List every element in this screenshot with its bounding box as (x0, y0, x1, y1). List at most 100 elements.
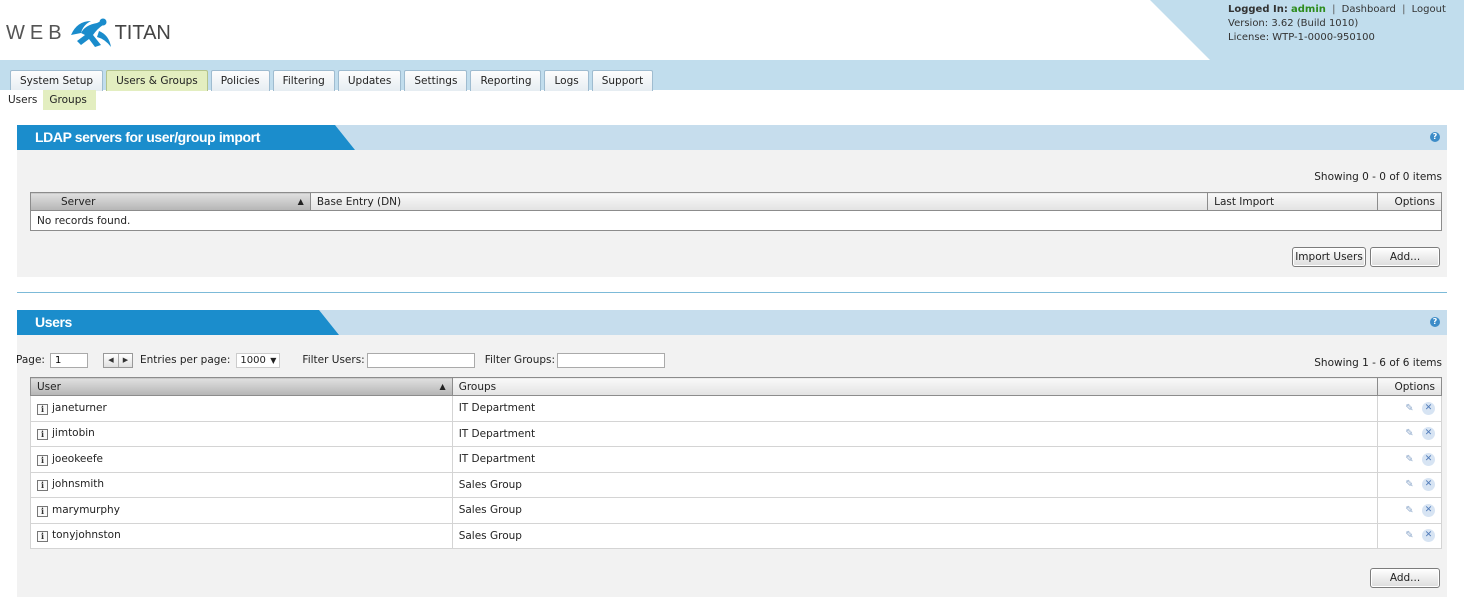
table-row[interactable]: i marymurphy Sales Group ✎ ✕ (30, 497, 1443, 524)
user-name[interactable]: janeturner (52, 402, 107, 414)
prev-page-icon[interactable]: ◀ (104, 354, 118, 367)
column-header-options: Options (1376, 377, 1443, 396)
edit-pencil-icon[interactable]: ✎ (1403, 402, 1416, 415)
logged-in-label: Logged In: (1228, 4, 1288, 15)
options-cell: ✎ ✕ (1376, 497, 1443, 524)
no-records-message: No records found. (30, 210, 1442, 231)
column-header-user[interactable]: User ▲ (30, 377, 453, 396)
next-page-icon[interactable]: ▶ (117, 353, 132, 367)
logged-in-user: admin (1291, 4, 1326, 15)
table-row[interactable]: i janeturner IT Department ✎ ✕ (30, 395, 1443, 422)
tab-system-setup[interactable]: System Setup (10, 70, 104, 91)
page-number-input[interactable] (49, 352, 88, 368)
ldap-panel-header: LDAP servers for user/group import ? (17, 125, 1447, 150)
tab-logs[interactable]: Logs (544, 70, 589, 91)
delete-x-icon[interactable]: ✕ (1422, 503, 1435, 517)
user-info-icon[interactable]: i (37, 480, 48, 492)
group-cell: Sales Group (451, 471, 1378, 498)
user-name[interactable]: johnsmith (52, 478, 104, 490)
column-header-last-import[interactable]: Last Import (1207, 192, 1378, 211)
edit-pencil-icon[interactable]: ✎ (1403, 478, 1416, 491)
users-help-icon[interactable]: ? (1430, 317, 1440, 327)
tab-policies[interactable]: Policies (210, 70, 270, 91)
filter-users-input[interactable] (366, 352, 475, 368)
ldap-showing-count: Showing 0 - 0 of 0 items (1314, 171, 1442, 183)
column-header-server[interactable]: Server ▲ (30, 192, 311, 211)
delete-x-icon[interactable]: ✕ (1422, 529, 1435, 543)
dashboard-link[interactable]: Dashboard (1342, 4, 1396, 15)
table-row[interactable]: i jimtobin IT Department ✎ ✕ (30, 420, 1443, 447)
user-name[interactable]: tonyjohnston (52, 529, 121, 541)
tab-support[interactable]: Support (591, 70, 654, 91)
users-filter-bar: Page: ◀ ▶ Entries per page: 1000 ▼ Filte… (16, 352, 666, 368)
group-cell: IT Department (451, 420, 1378, 447)
user-info-icon[interactable]: i (37, 505, 48, 517)
options-cell: ✎ ✕ (1376, 395, 1443, 422)
webtitan-logo[interactable]: WEB TITAN (6, 16, 171, 50)
user-cell: i johnsmith (30, 471, 453, 498)
column-header-groups[interactable]: Groups (451, 377, 1378, 396)
user-name[interactable]: marymurphy (52, 504, 120, 516)
panel-divider (17, 292, 1447, 293)
edit-pencil-icon[interactable]: ✎ (1403, 427, 1416, 440)
ldap-help-icon[interactable]: ? (1430, 132, 1440, 142)
users-panel-header: Users ? (17, 310, 1447, 335)
filter-users-label: Filter Users: (302, 354, 365, 366)
table-row[interactable]: i tonyjohnston Sales Group ✎ ✕ (30, 522, 1443, 549)
chevron-down-icon: ▼ (270, 355, 277, 365)
user-name[interactable]: jimtobin (52, 427, 95, 439)
import-users-button[interactable]: Import Users (1292, 247, 1366, 267)
edit-pencil-icon[interactable]: ✎ (1403, 529, 1416, 542)
tab-users-groups[interactable]: Users & Groups (106, 70, 208, 91)
sub-nav: Users Groups (0, 90, 96, 110)
group-cell: IT Department (451, 446, 1378, 473)
options-cell: ✎ ✕ (1376, 522, 1443, 549)
pager-buttons: ◀ ▶ (102, 352, 133, 368)
column-header-base-entry[interactable]: Base Entry (DN) (309, 192, 1209, 211)
version-text: Version: 3.62 (Build 1010) (1228, 18, 1359, 29)
user-cell: i janeturner (30, 395, 453, 422)
group-cell: Sales Group (451, 497, 1378, 524)
tab-filtering[interactable]: Filtering (272, 70, 335, 91)
user-cell: i marymurphy (30, 497, 453, 524)
logout-link[interactable]: Logout (1412, 4, 1446, 15)
delete-x-icon[interactable]: ✕ (1422, 401, 1435, 415)
options-cell: ✎ ✕ (1376, 471, 1443, 498)
table-row[interactable]: i joeokeefe IT Department ✎ ✕ (30, 446, 1443, 473)
page-header: WEB TITAN Logged In: admin | Dashboard |… (0, 0, 1464, 60)
group-cell: IT Department (451, 395, 1378, 422)
edit-pencil-icon[interactable]: ✎ (1403, 453, 1416, 466)
filter-groups-input[interactable] (557, 352, 666, 368)
group-cell: Sales Group (451, 522, 1378, 549)
sort-asc-icon: ▲ (439, 381, 446, 391)
logo-text-web: WEB (6, 21, 67, 44)
table-row[interactable]: i johnsmith Sales Group ✎ ✕ (30, 471, 1443, 498)
edit-pencil-icon[interactable]: ✎ (1403, 504, 1416, 517)
delete-x-icon[interactable]: ✕ (1422, 427, 1435, 441)
user-info-icon[interactable]: i (37, 403, 48, 415)
logo-text-titan: TITAN (114, 21, 171, 44)
user-info-icon[interactable]: i (37, 429, 48, 441)
column-header-options: Options (1376, 192, 1443, 211)
ldap-servers-table: Server ▲ Base Entry (DN) Last Import Opti… (30, 192, 1443, 231)
delete-x-icon[interactable]: ✕ (1422, 478, 1435, 492)
delete-x-icon[interactable]: ✕ (1422, 452, 1435, 466)
subnav-groups[interactable]: Groups (43, 90, 95, 110)
tab-reporting[interactable]: Reporting (470, 70, 542, 91)
users-add-button[interactable]: Add... (1370, 568, 1440, 588)
subnav-users[interactable]: Users (0, 90, 44, 110)
options-cell: ✎ ✕ (1376, 420, 1443, 447)
sort-asc-icon: ▲ (297, 196, 304, 206)
tab-updates[interactable]: Updates (337, 70, 402, 91)
user-info-icon[interactable]: i (37, 454, 48, 466)
user-cell: i joeokeefe (30, 446, 453, 473)
tab-settings[interactable]: Settings (404, 70, 468, 91)
user-info-icon[interactable]: i (37, 531, 48, 543)
ldap-add-button[interactable]: Add... (1370, 247, 1440, 267)
user-name[interactable]: joeokeefe (52, 453, 103, 465)
license-text: License: WTP-1-0000-950100 (1228, 32, 1375, 43)
entries-per-page-select[interactable]: 1000 ▼ (236, 352, 281, 368)
user-cell: i jimtobin (30, 420, 453, 447)
ldap-panel-body: Showing 0 - 0 of 0 items Server ▲ Base En… (17, 150, 1447, 277)
options-cell: ✎ ✕ (1376, 446, 1443, 473)
